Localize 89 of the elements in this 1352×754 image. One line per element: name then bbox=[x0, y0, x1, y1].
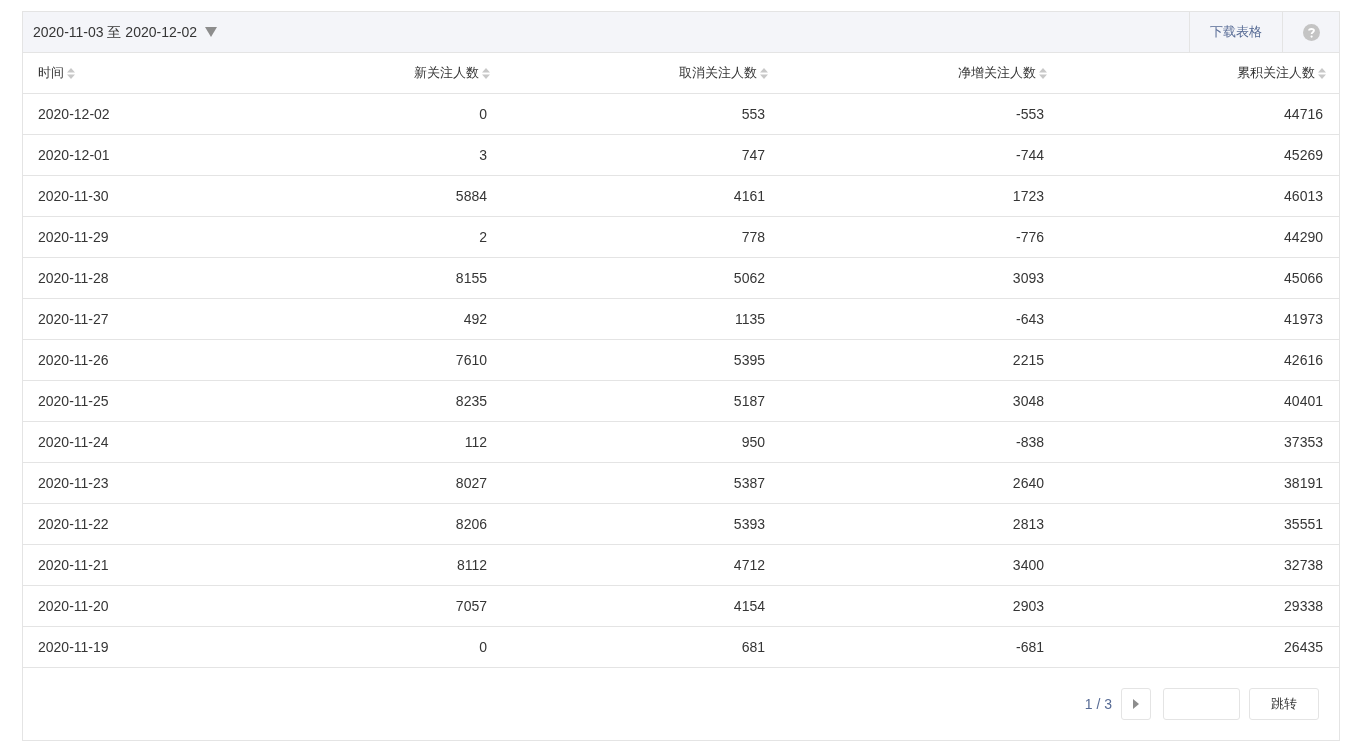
table-cell-text: 2020-11-28 bbox=[38, 268, 109, 288]
table-cell-text: -776 bbox=[1015, 227, 1044, 247]
table-cell-text: 42616 bbox=[1284, 350, 1323, 370]
help-icon[interactable] bbox=[1302, 23, 1320, 41]
table-cell-text: 8155 bbox=[455, 268, 487, 288]
next-icon bbox=[1133, 699, 1139, 709]
table-cell-text: 5393 bbox=[733, 514, 765, 534]
table-cell-text: 5387 bbox=[733, 473, 765, 493]
table-cell-text: 44716 bbox=[1284, 104, 1323, 124]
page-indicator: 1 / 3 bbox=[1084, 694, 1112, 714]
table-cell-text: 5884 bbox=[455, 186, 487, 206]
table-cell-text: 3 bbox=[479, 145, 487, 165]
table-cell-text: 747 bbox=[741, 145, 765, 165]
table-cell-text: 46013 bbox=[1284, 186, 1323, 206]
date-range-dropdown[interactable]: 2020-11-03 至 2020-12-02 bbox=[23, 12, 217, 52]
table-cell-text: 5187 bbox=[733, 391, 765, 411]
table-cell-text: -744 bbox=[1015, 145, 1044, 165]
table-cell-text: 2020-12-02 bbox=[38, 104, 110, 124]
table-cell-text: 41973 bbox=[1284, 309, 1323, 329]
table-cell-text: 2020-11-23 bbox=[38, 473, 109, 493]
table-cell-text: 1723 bbox=[1012, 186, 1044, 206]
table-cell-text: 4712 bbox=[733, 555, 765, 575]
table-cell-text: 45066 bbox=[1284, 268, 1323, 288]
table-cell-text: 45269 bbox=[1284, 145, 1323, 165]
table-cell-text: 2 bbox=[479, 227, 487, 247]
column-header[interactable]: 取消关注人数 bbox=[679, 63, 757, 83]
column-header[interactable]: 新关注人数 bbox=[414, 63, 479, 83]
caret-icon bbox=[204, 27, 217, 37]
table-cell-text: 35551 bbox=[1284, 514, 1323, 534]
table-cell-text: 1135 bbox=[734, 309, 765, 329]
table-cell-text: 8112 bbox=[456, 555, 487, 575]
table-cell-text: 2020-11-25 bbox=[38, 391, 109, 411]
table-cell-text: 2020-12-01 bbox=[38, 145, 110, 165]
next-page-button[interactable] bbox=[1121, 688, 1151, 720]
table-cell-text: 681 bbox=[741, 637, 765, 657]
table-cell-text: 2020-11-22 bbox=[38, 514, 109, 534]
table-cell-text: 29338 bbox=[1284, 596, 1323, 616]
table-cell-text: 8206 bbox=[455, 514, 487, 534]
table-cell-text: -838 bbox=[1015, 432, 1044, 452]
table-cell-text: 7057 bbox=[455, 596, 487, 616]
table-cell-text: 0 bbox=[479, 104, 487, 124]
table-cell-text: 2020-11-29 bbox=[38, 227, 109, 247]
table-cell-text: 40401 bbox=[1284, 391, 1323, 411]
table-cell-text: 950 bbox=[741, 432, 765, 452]
column-header[interactable]: 时间 bbox=[38, 63, 64, 83]
table-cell-text: 2903 bbox=[1012, 596, 1044, 616]
table-cell-text: 0 bbox=[479, 637, 487, 657]
table-cell-text: 2020-11-26 bbox=[38, 350, 109, 370]
table-cell-text: 5395 bbox=[733, 350, 765, 370]
sort-icon bbox=[482, 67, 490, 79]
table-cell-text: 4154 bbox=[733, 596, 765, 616]
table-cell-text: 2020-11-20 bbox=[38, 596, 109, 616]
column-header[interactable]: 净增关注人数 bbox=[958, 63, 1036, 83]
table-cell-text: 38191 bbox=[1284, 473, 1323, 493]
table-cell-text: 3093 bbox=[1012, 268, 1044, 288]
table-cell-text: 553 bbox=[741, 104, 765, 124]
table-cell-text: 112 bbox=[464, 432, 487, 452]
table-cell-text: -681 bbox=[1015, 637, 1044, 657]
table-cell-text: 2020-11-19 bbox=[38, 637, 109, 657]
sort-icon bbox=[760, 67, 768, 79]
table-cell-text: 5062 bbox=[733, 268, 765, 288]
table-cell-text: 3400 bbox=[1012, 555, 1044, 575]
table-cell-text: 2813 bbox=[1012, 514, 1044, 534]
table-cell-text: 2215 bbox=[1012, 350, 1044, 370]
table-cell-text: -643 bbox=[1015, 309, 1044, 329]
table-cell-text: 37353 bbox=[1284, 432, 1323, 452]
table-cell-text: 2020-11-24 bbox=[38, 432, 109, 452]
table-cell-text: 32738 bbox=[1284, 555, 1323, 575]
table-cell-text: 2020-11-30 bbox=[38, 186, 109, 206]
table-cell-text: 44290 bbox=[1284, 227, 1323, 247]
table-cell-text: 2020-11-27 bbox=[38, 309, 109, 329]
table-cell-text: 4161 bbox=[733, 186, 765, 206]
download-table-link[interactable]: 下载表格 bbox=[1189, 12, 1282, 52]
table-cell-text: 8235 bbox=[455, 391, 487, 411]
table-cell-text: 2020-11-21 bbox=[38, 555, 109, 575]
table-cell-text: 8027 bbox=[455, 473, 487, 493]
sort-icon bbox=[1318, 67, 1326, 79]
page-input[interactable] bbox=[1163, 688, 1240, 720]
sort-icon bbox=[1039, 67, 1047, 79]
table-cell-text: 3048 bbox=[1012, 391, 1044, 411]
table-cell-text: 492 bbox=[463, 309, 487, 329]
column-header[interactable]: 累积关注人数 bbox=[1237, 63, 1315, 83]
table-cell-text: 2640 bbox=[1012, 473, 1044, 493]
table-cell-text: 7610 bbox=[455, 350, 487, 370]
table-cell-text: -553 bbox=[1015, 104, 1044, 124]
table-cell-text: 778 bbox=[741, 227, 765, 247]
table-cell-text: 26435 bbox=[1284, 637, 1323, 657]
jump-button[interactable]: 跳转 bbox=[1249, 688, 1319, 720]
sort-icon bbox=[67, 67, 75, 79]
